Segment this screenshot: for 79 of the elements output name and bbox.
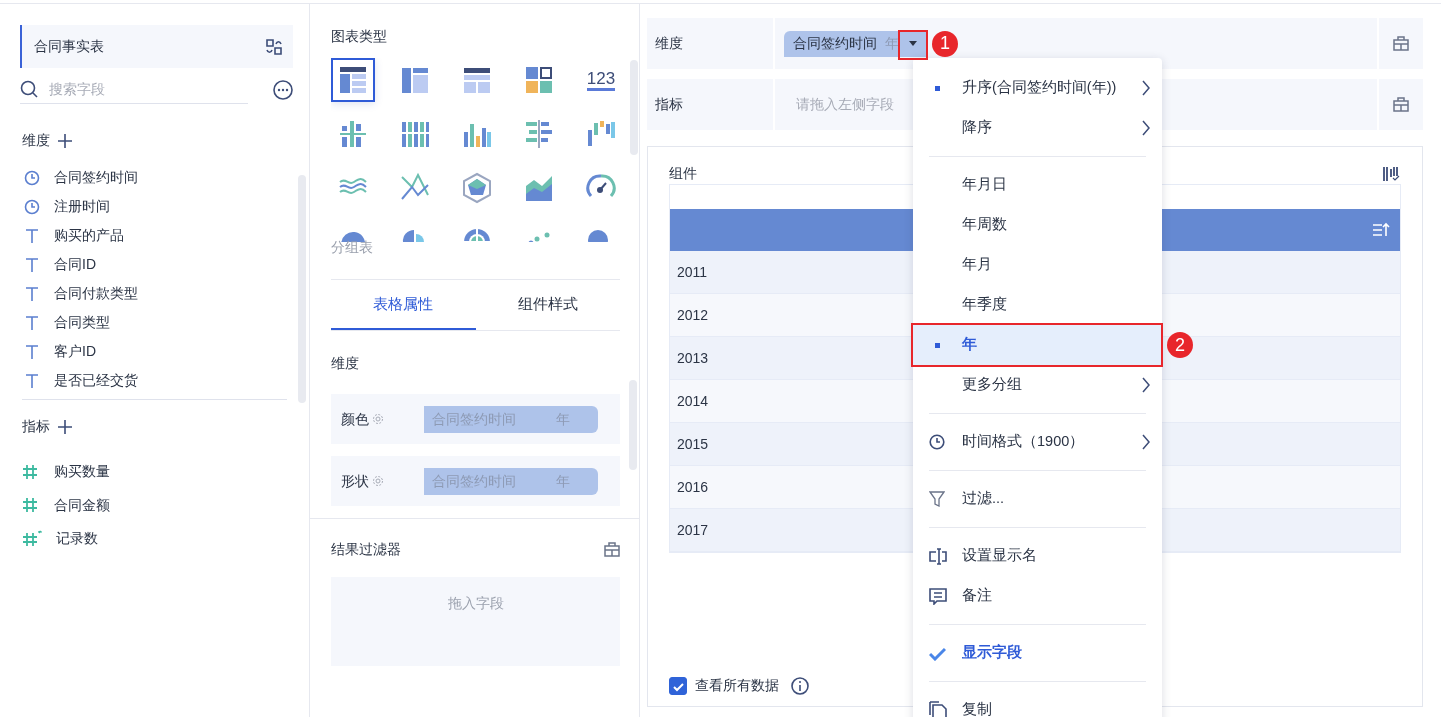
table-selector[interactable]: 合同事实表 <box>20 25 293 68</box>
kit-icon[interactable] <box>604 542 620 557</box>
menu-item[interactable]: 升序(合同签约时间(年)) <box>913 68 1162 108</box>
more-icon[interactable] <box>273 80 293 100</box>
text-type-icon <box>24 314 40 331</box>
text-type-icon <box>24 256 40 273</box>
text-type-icon <box>24 372 40 389</box>
menu-item[interactable]: 备注 <box>913 576 1162 616</box>
field-item[interactable]: 合同类型 <box>20 308 293 337</box>
sort-icon[interactable] <box>1372 222 1390 238</box>
field-item[interactable]: 注册时间 <box>20 192 293 221</box>
table-name: 合同事实表 <box>34 37 104 56</box>
bar-chart-icon <box>337 118 369 150</box>
caret-icon <box>908 41 917 46</box>
hash-icon <box>22 463 38 480</box>
check-icon <box>929 645 946 661</box>
field-item[interactable]: 是否已经交货 <box>20 366 293 395</box>
chart-type-button[interactable] <box>331 58 375 102</box>
clock-icon <box>929 434 945 450</box>
highlight-frame <box>898 29 928 60</box>
section-title: 指标 <box>22 417 50 436</box>
copy-icon <box>929 700 947 717</box>
table-icon <box>337 64 369 96</box>
chart-type-button[interactable]: 123 <box>579 58 620 102</box>
plus-icon[interactable] <box>58 419 72 434</box>
menu-item[interactable]: 年周数 <box>913 205 1162 245</box>
attribute-label: 形状 <box>341 471 369 491</box>
kit-icon[interactable] <box>1393 97 1409 112</box>
menu-item[interactable]: 复制 <box>913 690 1162 717</box>
bar-label: 指标 <box>647 79 775 130</box>
gear-icon[interactable] <box>372 475 384 487</box>
menu-item[interactable]: 降序 <box>913 108 1162 148</box>
bar-label: 维度 <box>647 18 775 69</box>
field-item[interactable]: 合同付款类型 <box>20 279 293 308</box>
checkbox[interactable] <box>669 676 687 695</box>
gear-icon[interactable] <box>372 413 384 425</box>
section-title: 图表类型 <box>331 27 388 46</box>
tab[interactable]: 表格属性 <box>331 280 476 330</box>
field-item[interactable]: 客户ID <box>20 337 293 366</box>
chart-type-caption: 分组表 <box>331 238 374 257</box>
menu-item[interactable]: 显示字段 <box>913 633 1162 673</box>
card-title: 组件 <box>669 164 697 183</box>
swap-icon[interactable] <box>265 37 283 56</box>
scrollbar[interactable] <box>630 60 638 155</box>
search-icon <box>20 80 39 99</box>
clock-icon <box>24 198 40 215</box>
field-item[interactable]: 购买的产品 <box>20 221 293 250</box>
text-type-icon <box>24 227 40 244</box>
field-name: 合同签约时间 <box>793 34 877 53</box>
plus-icon[interactable] <box>58 133 72 148</box>
bar-chart-icon <box>523 118 555 150</box>
clock-icon <box>24 169 40 186</box>
rename-icon <box>929 547 948 565</box>
placeholder-text: 请拖入左侧字段 <box>796 95 894 114</box>
menu-item[interactable]: 时间格式（1900） <box>913 422 1162 462</box>
menu-item[interactable]: 年 <box>913 325 1162 365</box>
section-title: 维度 <box>22 131 50 150</box>
field-item[interactable]: 记录数 <box>20 522 293 556</box>
field-item[interactable]: 合同签约时间 <box>20 163 293 192</box>
field-item[interactable]: 购买数量 <box>20 455 293 489</box>
filter-icon <box>929 491 945 507</box>
text-type-icon <box>24 285 40 302</box>
hash-icon <box>22 497 38 514</box>
comment-icon <box>929 587 947 605</box>
radar-icon <box>461 172 493 204</box>
hash-star-icon <box>22 530 42 548</box>
menu-item[interactable]: 年月日 <box>913 165 1162 205</box>
kit-icon[interactable] <box>1393 36 1409 51</box>
field-item[interactable]: 合同ID <box>20 250 293 279</box>
section-title: 结果过滤器 <box>331 540 401 559</box>
info-icon[interactable] <box>791 676 809 695</box>
tab[interactable]: 组件样式 <box>475 280 620 330</box>
column-check-icon[interactable] <box>1383 164 1401 183</box>
checkbox-label: 查看所有数据 <box>695 676 779 695</box>
tile-grid-icon <box>523 64 555 96</box>
text-type-icon <box>24 343 40 360</box>
field-item[interactable]: 合同金额 <box>20 488 293 522</box>
attribute-label: 颜色 <box>341 409 369 429</box>
section-title: 维度 <box>331 354 360 373</box>
